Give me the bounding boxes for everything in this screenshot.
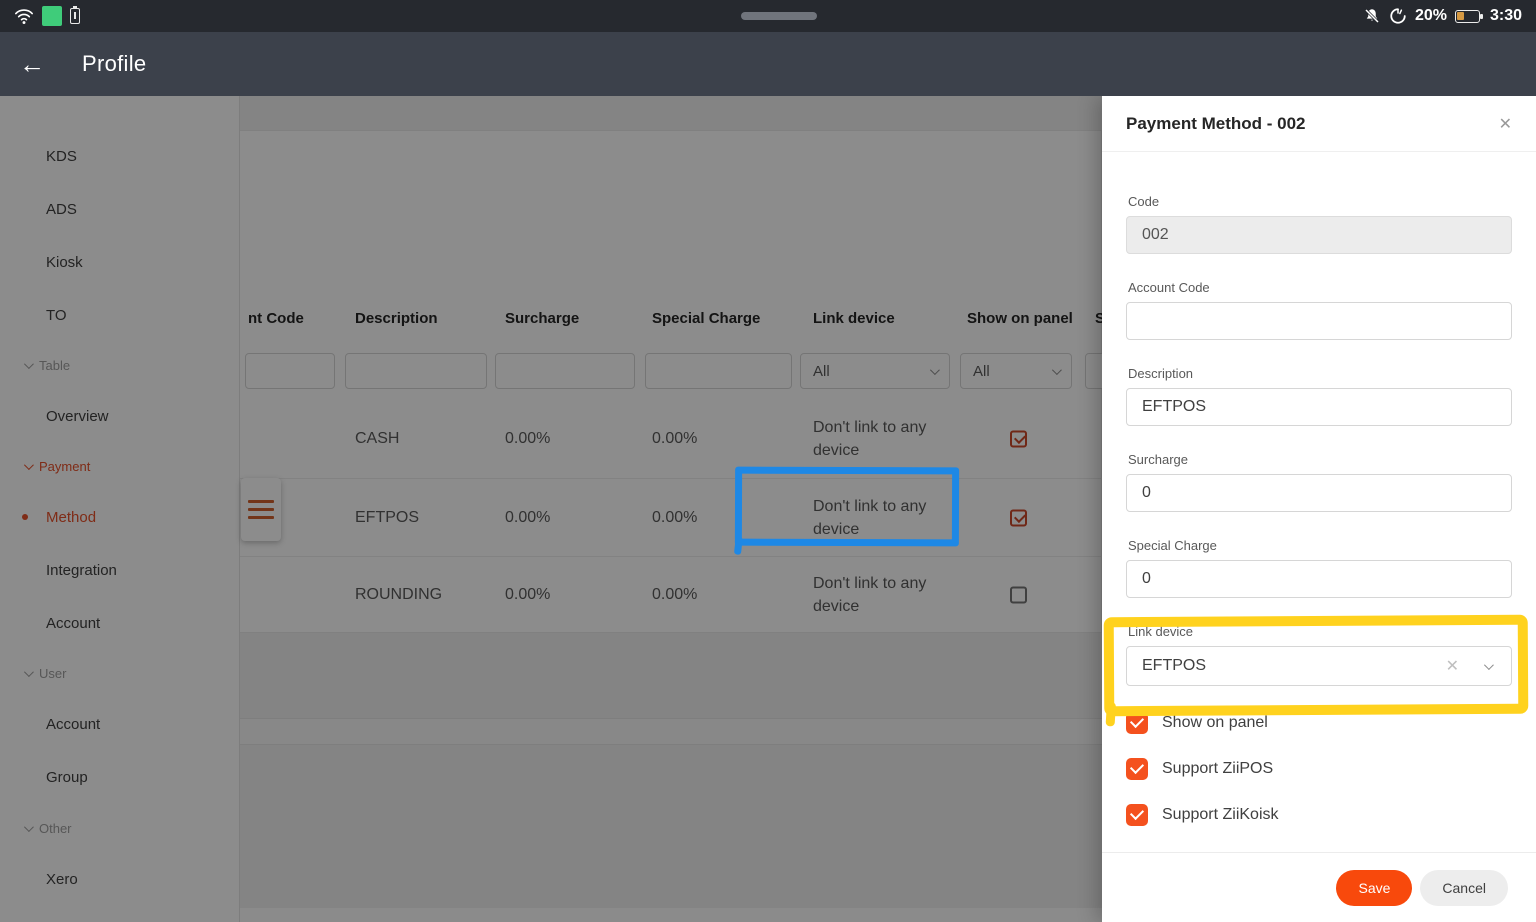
app-bar: ← Profile <box>0 32 1536 96</box>
gesture-handle[interactable] <box>741 12 817 20</box>
description-input[interactable] <box>1126 388 1512 426</box>
back-arrow-icon[interactable]: ← <box>0 49 64 80</box>
special-charge-field: Special Charge <box>1126 538 1512 598</box>
special-charge-input[interactable] <box>1126 560 1512 598</box>
mini-battery-icon <box>70 5 80 24</box>
code-field: Code <box>1126 194 1512 254</box>
code-input <box>1126 216 1512 254</box>
panel-header: Payment Method - 002 ✕ <box>1102 96 1536 152</box>
account-code-label: Account Code <box>1128 280 1210 295</box>
support-ziikoisk-toggle[interactable]: Support ZiiKoisk <box>1126 804 1512 826</box>
checked-checkbox-icon[interactable] <box>1126 758 1148 780</box>
data-saver-icon <box>1390 8 1406 24</box>
surcharge-label: Surcharge <box>1128 452 1188 467</box>
annotation-blue-box <box>734 466 960 547</box>
checkbox-label: Support ZiiPOS <box>1162 760 1274 777</box>
green-app-chip-icon <box>42 6 62 26</box>
special-charge-label: Special Charge <box>1128 538 1217 553</box>
account-code-field: Account Code <box>1126 280 1512 340</box>
account-code-input[interactable] <box>1126 302 1512 340</box>
checked-checkbox-icon[interactable] <box>1126 804 1148 826</box>
payment-method-panel: Payment Method - 002 ✕ Code Account Code… <box>1102 96 1536 922</box>
panel-body: Code Account Code Description Surcharge … <box>1102 152 1536 826</box>
code-label: Code <box>1128 194 1160 209</box>
page-title: Profile <box>82 51 147 76</box>
cancel-button[interactable]: Cancel <box>1420 869 1508 906</box>
panel-title: Payment Method - 002 <box>1126 113 1306 133</box>
clock: 3:30 <box>1489 7 1522 24</box>
wifi-icon <box>15 9 33 25</box>
battery-percent: 20% <box>1414 7 1447 24</box>
description-label: Description <box>1128 366 1194 381</box>
notifications-off-icon <box>1364 8 1379 24</box>
battery-icon <box>1454 9 1483 23</box>
checkbox-label: Support ZiiKoisk <box>1162 806 1279 823</box>
close-icon[interactable]: ✕ <box>1499 114 1512 134</box>
checkbox-label: Show on panel <box>1162 714 1268 731</box>
surcharge-input[interactable] <box>1126 474 1512 512</box>
app-screen: 20% 3:30 ← Profile KDS ADS Kiosk TO Tabl… <box>0 0 1536 922</box>
save-button[interactable]: Save <box>1336 869 1413 906</box>
panel-footer: Save Cancel <box>1102 852 1536 922</box>
surcharge-field: Surcharge <box>1126 452 1512 512</box>
support-ziipos-toggle[interactable]: Support ZiiPOS <box>1126 758 1512 780</box>
description-field: Description <box>1126 366 1512 426</box>
annotation-yellow-highlight <box>1103 614 1529 717</box>
